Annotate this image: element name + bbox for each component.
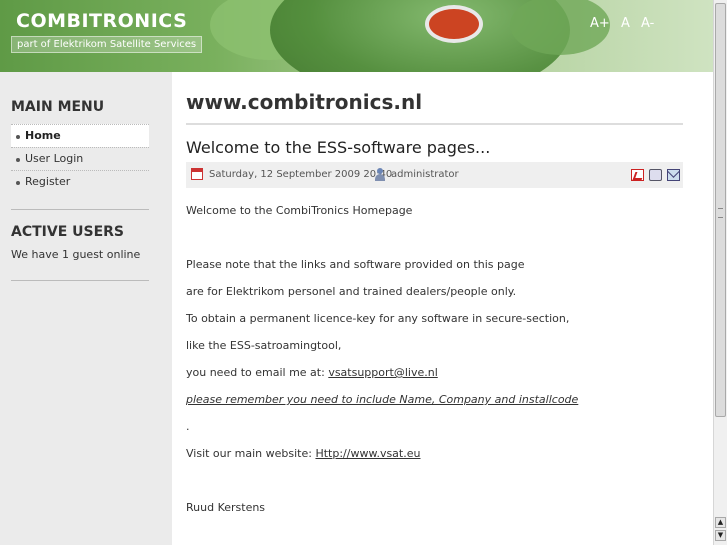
header-banner: COMBITRONICS part of Elektrikom Satellit…: [0, 0, 713, 72]
menu-item-label: Register: [25, 175, 71, 188]
bullet-icon: [16, 135, 20, 139]
website-link[interactable]: Http://www.vsat.eu: [315, 447, 420, 460]
sidebar: MAIN MENU Home User Login Register ACTIV…: [0, 72, 172, 545]
article-title: Welcome to the ESS-software pages...: [186, 138, 491, 157]
body-line: To obtain a permanent licence-key for an…: [186, 312, 570, 325]
font-size-controls: A+ A A-: [590, 16, 661, 31]
article-date: Saturday, 12 September 2009 20:40: [209, 169, 393, 180]
frog-eye-graphic: [425, 5, 483, 43]
grip-icon: [718, 208, 723, 218]
body-line: Welcome to the CombiTronics Homepage: [186, 204, 413, 217]
font-decrease-button[interactable]: A-: [641, 16, 654, 31]
page-title: www.combitronics.nl: [186, 90, 423, 114]
divider: [11, 209, 149, 210]
menu-item-home[interactable]: Home: [11, 124, 149, 147]
user-icon: [374, 168, 386, 181]
site-title[interactable]: COMBITRONICS: [16, 10, 187, 32]
main-menu: Home User Login Register: [11, 124, 149, 193]
pdf-icon[interactable]: [631, 169, 644, 181]
body-line: .: [186, 420, 190, 433]
menu-item-label: Home: [25, 129, 61, 142]
scrollbar-thumb[interactable]: [715, 3, 726, 417]
font-increase-button[interactable]: A+: [590, 16, 610, 31]
bullet-icon: [16, 158, 20, 162]
include-note: please remember you need to include Name…: [186, 393, 579, 406]
divider: [11, 280, 149, 281]
body-text: you need to email me at:: [186, 366, 329, 379]
active-users-heading: ACTIVE USERS: [11, 224, 125, 240]
signature: Ruud Kerstens: [186, 501, 266, 514]
font-reset-button[interactable]: A: [621, 16, 630, 31]
article-meta-bar: Saturday, 12 September 2009 20:40 admini…: [186, 162, 683, 188]
body-line: Visit our main website: Http://www.vsat.…: [186, 447, 420, 460]
body-line: Please note that the links and software …: [186, 258, 525, 271]
scroll-down-button[interactable]: ▼: [715, 530, 726, 541]
main-menu-heading: MAIN MENU: [11, 99, 105, 115]
email-link[interactable]: vsatsupport@live.nl: [328, 366, 437, 379]
article-author: administrator: [391, 169, 459, 180]
body-line: like the ESS-satroamingtool,: [186, 339, 342, 352]
email-icon[interactable]: [667, 169, 680, 181]
body-line: you need to email me at: vsatsupport@liv…: [186, 366, 438, 379]
menu-item-label: User Login: [25, 152, 84, 165]
vertical-scrollbar[interactable]: ▲ ▼: [713, 0, 727, 545]
bullet-icon: [16, 181, 20, 185]
calendar-icon: [191, 168, 203, 180]
menu-item-user-login[interactable]: User Login: [11, 147, 149, 170]
divider: [186, 123, 683, 125]
active-users-text: We have 1 guest online: [11, 248, 141, 261]
scroll-up-button[interactable]: ▲: [715, 517, 726, 528]
site-subtitle: part of Elektrikom Satellite Services: [11, 36, 203, 53]
body-line: are for Elektrikom personel and trained …: [186, 285, 517, 298]
menu-item-register[interactable]: Register: [11, 170, 149, 193]
print-icon[interactable]: [649, 169, 662, 181]
body-text: Visit our main website:: [186, 447, 316, 460]
